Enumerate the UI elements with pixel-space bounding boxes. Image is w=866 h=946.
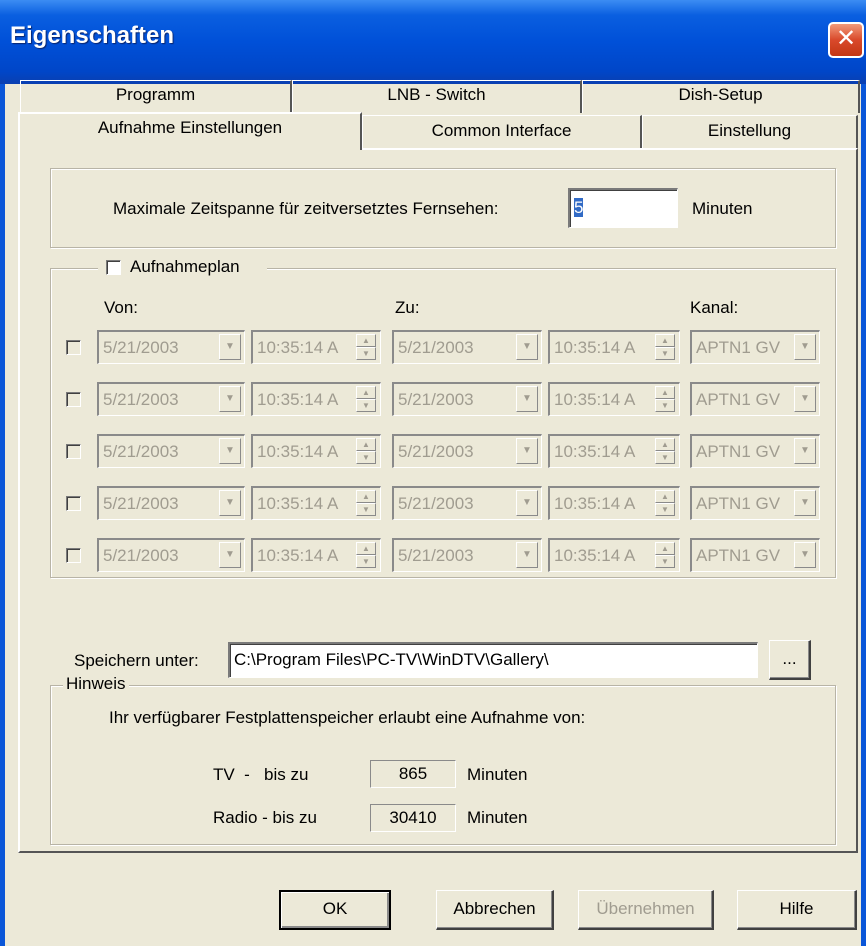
chevron-down-icon[interactable]: ▼ — [794, 438, 816, 464]
tab-common-interface[interactable]: Common Interface — [362, 115, 642, 149]
tab-programm[interactable]: Programm — [20, 80, 292, 113]
col-from-header: Von: — [104, 298, 139, 317]
chevron-down-icon[interactable]: ▼ — [516, 386, 538, 412]
spin-updown-icon[interactable]: ▲ ▼ — [655, 438, 675, 464]
radio-minutes-value: 30410 — [370, 804, 456, 832]
aufnahmeplan-checkbox[interactable] — [106, 260, 121, 275]
spin-updown-icon[interactable]: ▲ ▼ — [356, 438, 376, 464]
timeshift-input[interactable]: 5 — [568, 188, 678, 228]
tab-dish-setup[interactable]: Dish-Setup — [582, 80, 860, 113]
window-border-left — [0, 84, 5, 946]
col-to-header: Zu: — [395, 298, 420, 317]
schedule-row-checkbox[interactable] — [66, 496, 81, 511]
tab-einstellung[interactable]: Einstellung — [642, 115, 858, 149]
apply-button[interactable]: Übernehmen — [578, 890, 714, 930]
title-bar[interactable]: Eigenschaften ✕ — [0, 0, 866, 84]
timeshift-unit: Minuten — [692, 199, 753, 218]
spin-updown-icon[interactable]: ▲ ▼ — [655, 386, 675, 412]
spin-updown-icon[interactable]: ▲ ▼ — [655, 542, 675, 568]
hint-text: Ihr verfügbarer Festplattenspeicher erla… — [109, 708, 586, 727]
chevron-down-icon[interactable]: ▼ — [794, 490, 816, 516]
tab-aufnahme-einstellungen[interactable]: Aufnahme Einstellungen — [18, 112, 362, 150]
schedule-row-checkbox[interactable] — [66, 548, 81, 563]
tab-lnb-switch[interactable]: LNB - Switch — [292, 80, 582, 113]
tv-minutes-value: 865 — [370, 760, 456, 788]
window-title: Eigenschaften — [10, 22, 175, 49]
chevron-down-icon[interactable]: ▼ — [219, 490, 241, 516]
aufnahmeplan-label[interactable]: Aufnahmeplan — [130, 257, 240, 277]
help-button[interactable]: Hilfe — [737, 890, 857, 930]
chevron-down-icon[interactable]: ▼ — [219, 438, 241, 464]
close-icon: ✕ — [835, 25, 857, 52]
radio-unit: Minuten — [467, 808, 528, 827]
schedule-row-checkbox[interactable] — [66, 340, 81, 355]
chevron-down-icon[interactable]: ▼ — [516, 542, 538, 568]
chevron-down-icon[interactable]: ▼ — [794, 542, 816, 568]
schedule-row-checkbox[interactable] — [66, 444, 81, 459]
chevron-down-icon[interactable]: ▼ — [219, 334, 241, 360]
window-border-right — [861, 84, 866, 946]
radio-label: Radio - bis zu — [213, 808, 317, 827]
spin-updown-icon[interactable]: ▲ ▼ — [655, 334, 675, 360]
spin-updown-icon[interactable]: ▲ ▼ — [356, 490, 376, 516]
cancel-button[interactable]: Abbrechen — [436, 890, 554, 930]
timeshift-label: Maximale Zeitspanne für zeitversetztes F… — [113, 199, 499, 218]
spin-updown-icon[interactable]: ▲ ▼ — [356, 334, 376, 360]
chevron-down-icon[interactable]: ▼ — [516, 490, 538, 516]
spin-updown-icon[interactable]: ▲ ▼ — [356, 386, 376, 412]
browse-button[interactable]: ... — [769, 640, 811, 680]
chevron-down-icon[interactable]: ▼ — [516, 334, 538, 360]
chevron-down-icon[interactable]: ▼ — [794, 386, 816, 412]
timeshift-value: 5 — [574, 198, 584, 217]
spin-updown-icon[interactable]: ▲ ▼ — [356, 542, 376, 568]
tv-unit: Minuten — [467, 765, 528, 784]
schedule-row-checkbox[interactable] — [66, 392, 81, 407]
ok-button[interactable]: OK — [279, 890, 391, 930]
spin-updown-icon[interactable]: ▲ ▼ — [655, 490, 675, 516]
hint-legend: Hinweis — [63, 674, 129, 694]
chevron-down-icon[interactable]: ▼ — [516, 438, 538, 464]
close-button[interactable]: ✕ — [828, 22, 864, 58]
chevron-down-icon[interactable]: ▼ — [219, 542, 241, 568]
tv-label: TV - bis zu — [213, 765, 309, 784]
chevron-down-icon[interactable]: ▼ — [794, 334, 816, 360]
save-label: Speichern unter: — [74, 651, 199, 670]
save-path-input[interactable]: C:\Program Files\PC-TV\WinDTV\Gallery\ — [228, 642, 758, 678]
col-channel-header: Kanal: — [690, 298, 739, 317]
properties-dialog: Eigenschaften ✕ Programm LNB - Switch Di… — [0, 0, 866, 946]
chevron-down-icon[interactable]: ▼ — [219, 386, 241, 412]
